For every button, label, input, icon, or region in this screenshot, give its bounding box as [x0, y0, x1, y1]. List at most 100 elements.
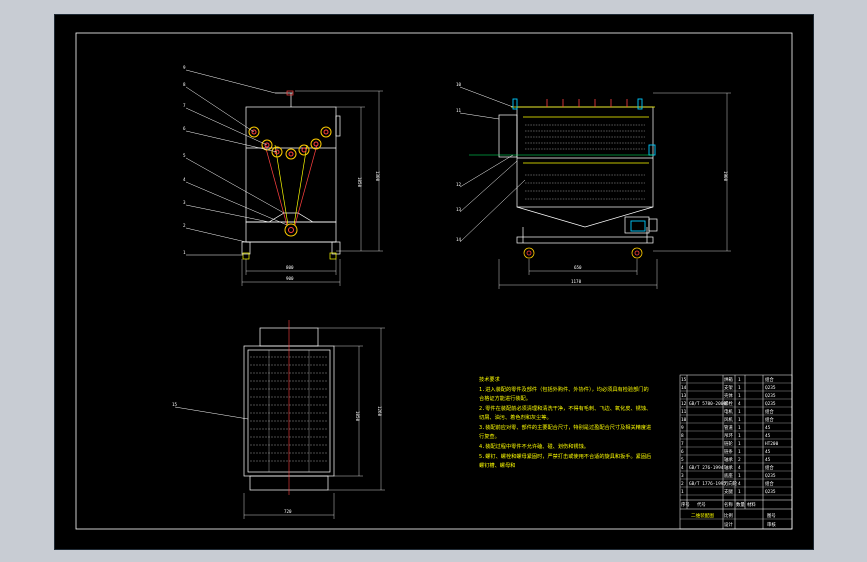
parts-cell-no: 13 — [681, 393, 687, 399]
parts-cell-mat: Q235 — [765, 401, 776, 407]
tech-note-line: 切屑、油污、着色剂和灰尘等。 — [479, 413, 552, 421]
dim-label: 1170 — [571, 279, 582, 284]
front-dimensions — [241, 90, 383, 286]
dim-label: 1050 — [355, 411, 360, 422]
front-view — [241, 90, 341, 260]
balloon: 1 — [183, 250, 186, 255]
parts-cell-name: 螺栓 — [724, 400, 733, 407]
tech-note-line: 螺钉槽、螺母和 — [479, 461, 515, 469]
parts-cell-mat: Q235 — [765, 385, 776, 391]
tech-notes: 技术要求 1.进入装配的零件及部件（包括外购件、外协件），均必须具有检验部门的 … — [479, 375, 651, 469]
header-code: 代号 — [697, 501, 706, 508]
side-racks — [525, 124, 645, 200]
parts-row: 8 吊环 1 45 — [681, 433, 771, 439]
balloon: 7 — [183, 103, 186, 108]
parts-cell-name: 风机 — [724, 416, 733, 423]
parts-row: 5 轴承 2 45 — [681, 456, 771, 463]
tech-note-line: 合格证方能进行装配。 — [479, 394, 531, 402]
parts-cell-name: 万向轮 — [724, 480, 738, 487]
parts-cell-mat: 45 — [765, 449, 771, 455]
parts-cell-name: 吊环 — [724, 433, 733, 439]
parts-cell-name: 支腿 — [724, 488, 733, 495]
parts-row: 10 风机 1 组合 — [681, 416, 774, 423]
parts-cell-no: 1 — [681, 489, 684, 495]
front-balloons: 9 8 7 6 5 4 3 2 1 — [183, 65, 186, 255]
parts-row: 11 电机 1 组合 — [681, 408, 774, 415]
parts-cell-qty: 1 — [738, 385, 741, 391]
parts-row: 2 GB/T 1776-1995万向轮 4 组合 — [681, 480, 774, 487]
dim-label: 1300 — [375, 171, 380, 182]
front-sprockets — [248, 126, 332, 237]
sheet-label: 图号 — [767, 513, 776, 519]
parts-row: 7 链轮 1 HT200 — [681, 440, 779, 447]
dim-label: 900 — [286, 276, 294, 281]
parts-cell-mat: Q235 — [765, 473, 776, 479]
designer-label: 设计 — [724, 521, 733, 528]
parts-cell-qty: 4 — [738, 465, 741, 471]
parts-cell-no: 3 — [681, 473, 684, 479]
balloon: 5 — [183, 153, 186, 158]
parts-row: 15 烘箱 1 组合 — [681, 376, 774, 383]
parts-cell-qty: 1 — [738, 393, 741, 399]
balloon: 15 — [172, 402, 178, 407]
parts-cell-mat: 组合 — [765, 408, 774, 415]
parts-cell-qty: 1 — [738, 417, 741, 423]
parts-cell-mat: 45 — [765, 425, 771, 431]
header-name: 名称 — [724, 501, 733, 508]
header-qty: 数量 — [736, 501, 745, 508]
parts-cell-mat: 45 — [765, 433, 771, 439]
balloon: 4 — [183, 177, 186, 182]
parts-cell-no: 9 — [681, 425, 684, 431]
title-label: 二维装配图 — [691, 512, 714, 519]
parts-cell-mat: 组合 — [765, 464, 774, 471]
balloon: 3 — [183, 200, 186, 205]
tech-note-line: 4.装配过程中零件不允许磕、碰、划伤和锈蚀。 — [479, 442, 589, 450]
parts-cell-qty: 1 — [738, 473, 741, 479]
parts-cell-no: 4 — [681, 465, 684, 471]
parts-row: 3 底座 1 Q235 — [681, 472, 776, 479]
parts-cell-qty: 4 — [738, 481, 741, 487]
parts-cell-qty: 2 — [738, 457, 741, 463]
parts-cell-code: GB/T 5780-2000 — [689, 401, 726, 407]
dim-label: 1050 — [357, 177, 362, 188]
parts-row: 1 支腿 1 Q235 — [681, 488, 776, 495]
parts-cell-mat: 组合 — [765, 376, 774, 383]
parts-cell-no: 7 — [681, 441, 684, 447]
parts-cell-code: GB/T 1776-1995 — [689, 481, 726, 487]
parts-row: 12 GB/T 5780-2000螺栓 4 Q235 — [681, 400, 776, 407]
header-mat: 材料 — [747, 501, 756, 508]
parts-cell-qty: 1 — [738, 449, 741, 455]
parts-cell-name: 轴承 — [724, 456, 733, 463]
drawing-sheet: 9 8 7 6 5 4 3 2 1 1050 1300 800 900 10 1… — [54, 14, 814, 550]
parts-cell-qty: 1 — [738, 441, 741, 447]
parts-cell-name: 烘箱 — [724, 376, 733, 383]
parts-row: 9 管道 1 45 — [681, 424, 771, 431]
tech-note-line: 3.装配前应对零、部件的主要配合尺寸，特别是过盈配合尺寸及相关精度进 — [479, 423, 651, 431]
top-leader — [174, 406, 249, 420]
cad-canvas: 9 8 7 6 5 4 3 2 1 1050 1300 800 900 10 1… — [75, 32, 793, 530]
tech-note-line: 行复查。 — [479, 432, 500, 440]
parts-list: 15 烘箱 1 组合14 支架 1 Q23513 壳体 1 Q23512 GB/T 5780-200… — [681, 376, 779, 495]
balloon: 10 — [456, 82, 462, 87]
dim-label: 720 — [284, 509, 292, 514]
scale-label: 比例 — [724, 512, 733, 519]
parts-cell-mat: 45 — [765, 457, 771, 463]
parts-cell-qty: 1 — [738, 433, 741, 439]
dim-label: 1260 — [377, 406, 382, 417]
top-view — [243, 320, 335, 495]
front-leaders — [185, 69, 288, 256]
dim-label: 650 — [574, 265, 582, 270]
parts-cell-name: 电机 — [724, 408, 733, 415]
parts-cell-code: GB/T 276-1994 — [689, 465, 724, 471]
parts-row: 14 支架 1 Q235 — [681, 384, 776, 391]
tech-note-line: 1.进入装配的零件及部件（包括外购件、外协件），均必须具有检验部门的 — [479, 385, 649, 393]
parts-cell-name: 轴承 — [724, 464, 733, 471]
balloon: 12 — [456, 182, 462, 187]
parts-cell-qty: 1 — [738, 409, 741, 415]
parts-cell-no: 8 — [681, 433, 684, 439]
parts-row: 4 GB/T 276-1994 轴承 4 组合 — [681, 464, 774, 471]
tech-note-line: 2.零件在装配前必须清理和清洗干净，不得有毛刺、飞边、氧化皮、锈蚀、 — [479, 404, 651, 412]
top-dimensions — [243, 327, 385, 519]
side-cyan-parts — [512, 98, 656, 232]
parts-cell-no: 12 — [681, 401, 687, 407]
